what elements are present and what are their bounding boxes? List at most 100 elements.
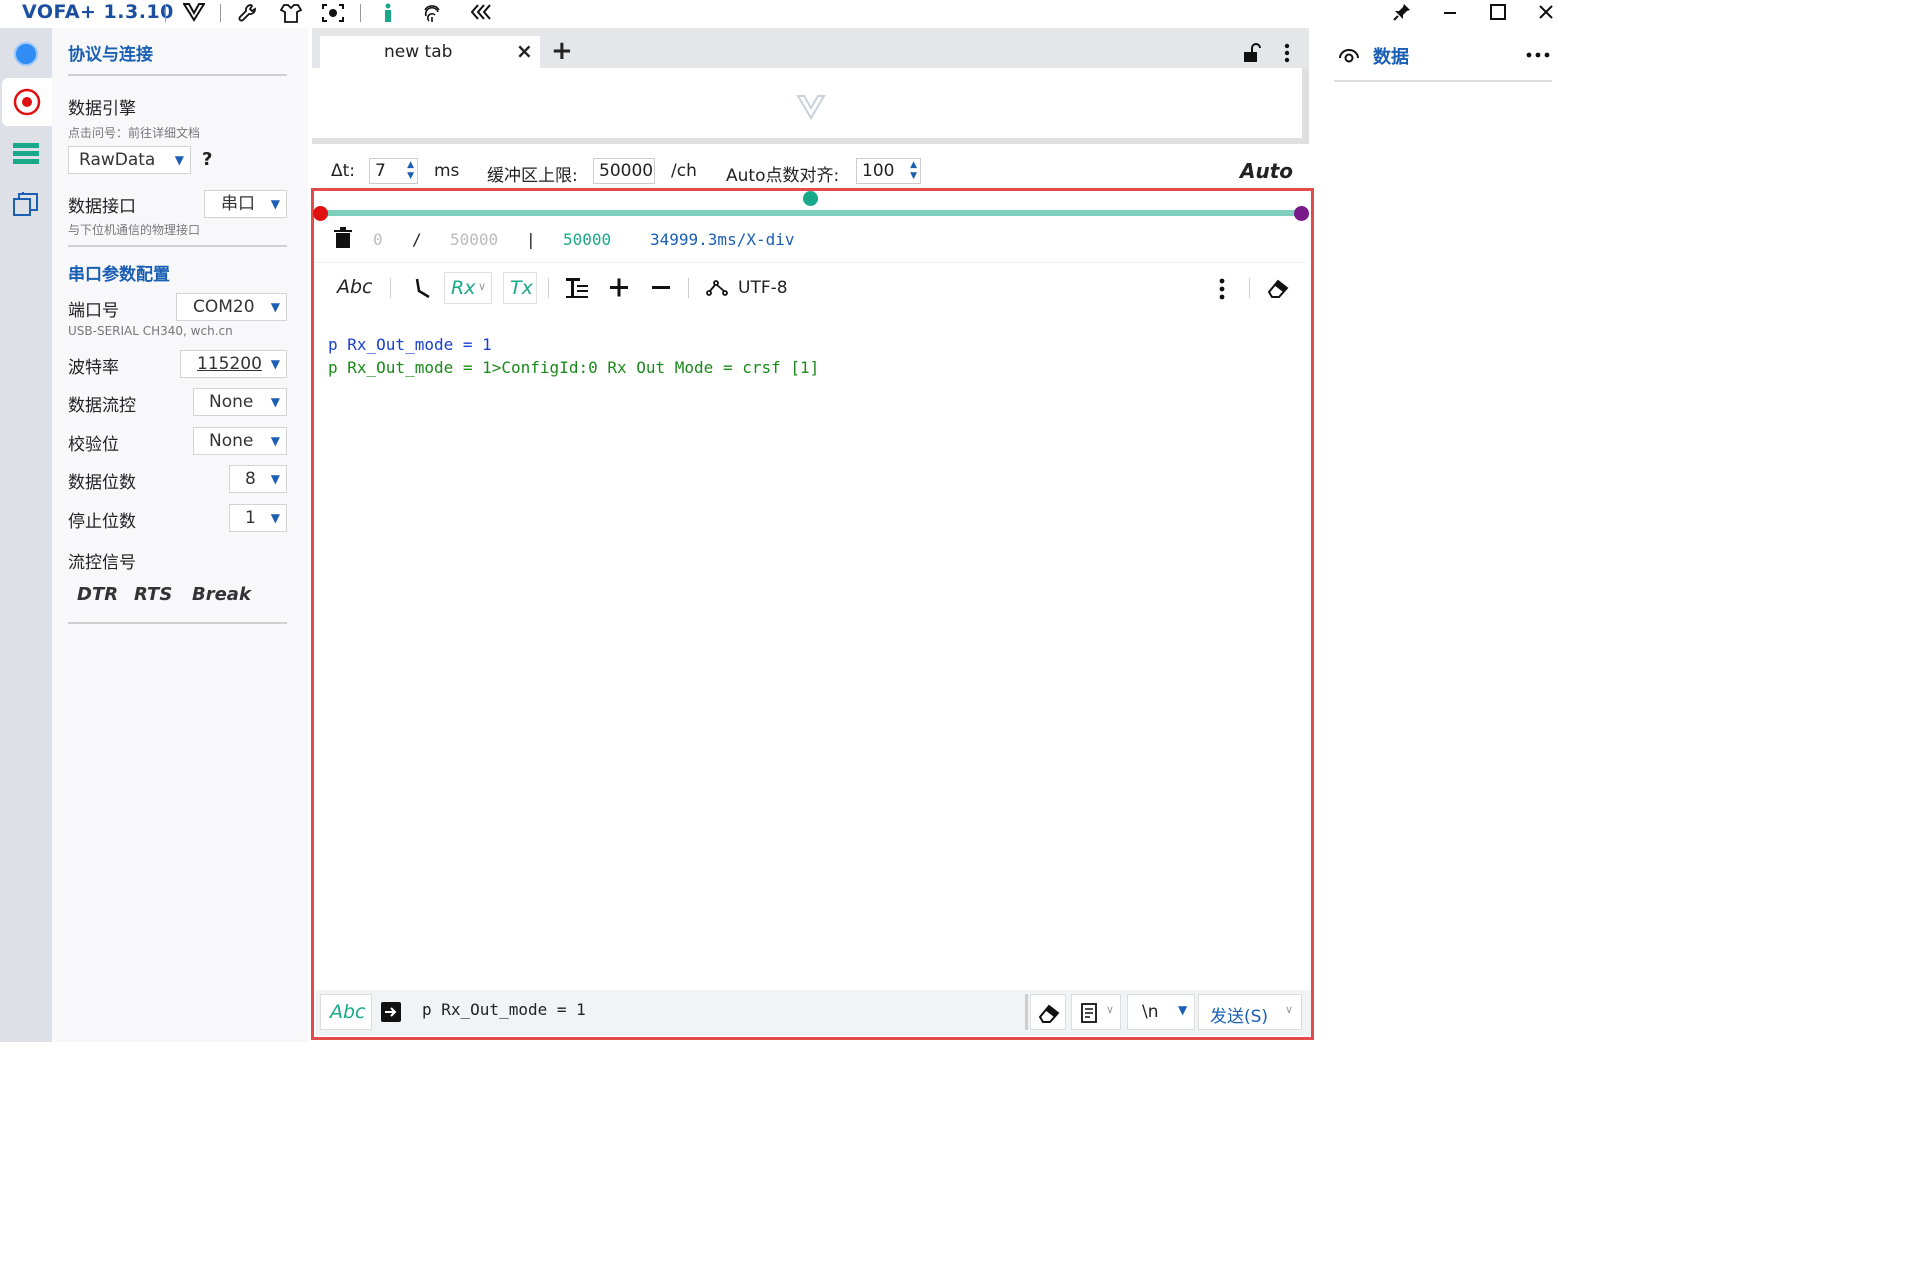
engine-hint: 点击问号：前往详细文档 [68,126,201,140]
break-button[interactable]: Break [192,584,251,605]
vofa-logo-icon[interactable] [182,2,206,27]
data-panel-more-icon[interactable] [1526,52,1550,58]
auto-mode-button[interactable]: Auto [1240,159,1293,183]
engine-label: 数据引擎 [68,99,136,119]
encoding-icon[interactable] [705,278,729,302]
flow-signals-label: 流控信号 [68,553,136,573]
record-icon[interactable] [2,78,52,126]
terminal-line: p Rx_Out_mode = 1 [328,335,492,354]
spinner-icon[interactable]: ▲ ▼ [407,160,414,182]
section-title: 协议与连接 [68,45,153,65]
shirt-icon[interactable] [279,2,303,29]
maximize-icon[interactable] [1488,2,1508,28]
connection-status-icon[interactable] [2,30,50,78]
more-options-icon[interactable] [1217,277,1227,305]
interface-value: 串口 [221,194,255,214]
send-button[interactable]: 发送(S) ∨ [1198,994,1302,1030]
line-ending-value: \n [1142,1002,1159,1022]
toolbar-separator [165,4,166,22]
chevron-down-icon: ∨ [478,280,487,293]
encoding-label[interactable]: UTF-8 [738,278,788,298]
range-slider-track[interactable] [320,210,1302,216]
divider [316,262,1306,263]
add-tab-icon[interactable]: + [551,36,573,66]
send-input[interactable]: p Rx_Out_mode = 1 [422,1000,586,1019]
toolbar-separator [688,278,689,298]
x-div-readout: 34999.3ms/X-div [650,230,795,249]
toolbar-separator [390,278,391,298]
interface-select[interactable]: 串口 ▼ [204,190,287,218]
slider-left-handle[interactable] [313,206,328,221]
chevron-down-icon: ▼ [270,357,280,371]
unlock-icon[interactable] [1242,43,1262,67]
baud-select[interactable]: 115200 ▼ [180,350,287,378]
send-clear-button[interactable] [1030,994,1066,1030]
slider-mid-handle[interactable] [803,191,818,206]
tab-close-icon[interactable]: × [516,39,533,63]
info-icon[interactable] [380,2,396,29]
counter-slash: / [412,230,422,249]
parity-label: 校验位 [68,435,119,455]
wrench-icon[interactable] [237,2,259,29]
pin-icon[interactable] [1392,2,1412,28]
tab-new-tab[interactable]: new tab × [320,36,540,68]
send-history-button[interactable]: ∨ [1071,994,1121,1030]
send-abc-toggle[interactable]: Abc [320,994,372,1030]
flow-control-value: None [209,392,254,412]
cursor-icon[interactable] [413,277,431,303]
chevron-down-icon: ▼ [270,472,280,486]
data-panel: 数据 [1314,28,1568,1042]
close-icon[interactable] [1536,2,1556,28]
chevron-down-icon: ▼ [270,395,280,409]
flow-control-select[interactable]: None ▼ [193,388,287,416]
waveform-preview[interactable] [312,68,1304,144]
spinner-icon[interactable]: ▲ ▼ [910,160,917,182]
port-select[interactable]: COM20 ▼ [176,293,287,321]
stop-bits-select[interactable]: 1 ▼ [229,504,287,532]
zoom-in-icon[interactable] [609,276,629,304]
menu-list-icon[interactable] [2,130,50,178]
toolbar-separator [220,4,221,22]
buffer-input[interactable]: 50000 [593,158,655,184]
send-mode-icon[interactable] [380,1001,402,1027]
collapse-icon[interactable] [470,2,494,27]
dt-label: Δt: [331,161,356,181]
align-label: Auto点数对齐: [726,166,840,186]
data-bits-value: 8 [245,469,256,489]
toolbar-separator [360,4,361,22]
tx-toggle[interactable]: Tx [503,272,537,304]
screenshot-icon[interactable] [321,2,345,29]
chevron-down-icon: ∨ [1285,1003,1294,1016]
fingerprint-icon[interactable] [421,2,443,29]
windows-icon[interactable] [2,180,50,228]
parity-select[interactable]: None ▼ [193,427,287,455]
dtr-button[interactable]: DTR [77,584,118,605]
trash-icon[interactable] [333,227,353,253]
port-value: COM20 [193,297,255,317]
engine-select[interactable]: RawData ▼ [68,146,191,174]
minimize-icon[interactable] [1440,2,1460,28]
text-format-icon[interactable] [565,276,589,304]
preview-scrollbar[interactable] [1302,68,1309,144]
chevron-down-icon: ▼ [270,197,280,211]
zoom-out-icon[interactable] [651,276,671,304]
help-button[interactable]: ? [202,149,212,170]
abc-toggle[interactable]: Abc [337,276,373,298]
line-ending-select[interactable]: \n ▼ [1127,994,1195,1030]
connection-panel: 协议与连接 数据引擎 点击问号：前往详细文档 RawData ▼ ? 数据接口 … [52,28,308,1042]
dt-input[interactable]: 7 ▲ ▼ [369,158,418,184]
terminal-frame [311,188,1314,1040]
divider [68,622,287,624]
eraser-icon[interactable] [1266,277,1290,303]
align-input[interactable]: 100 ▲ ▼ [856,158,921,184]
stop-bits-label: 停止位数 [68,512,136,532]
data-bits-select[interactable]: 8 ▼ [229,465,287,493]
rx-toggle[interactable]: Rx ∨ [444,272,492,304]
parity-value: None [209,431,254,451]
slider-right-handle[interactable] [1294,206,1309,221]
chevron-down-icon: ▼ [270,434,280,448]
interface-hint: 与下位机通信的物理接口 [68,223,201,237]
baud-value[interactable]: 115200 [191,354,262,374]
tab-more-icon[interactable] [1282,42,1292,68]
rts-button[interactable]: RTS [134,584,172,605]
